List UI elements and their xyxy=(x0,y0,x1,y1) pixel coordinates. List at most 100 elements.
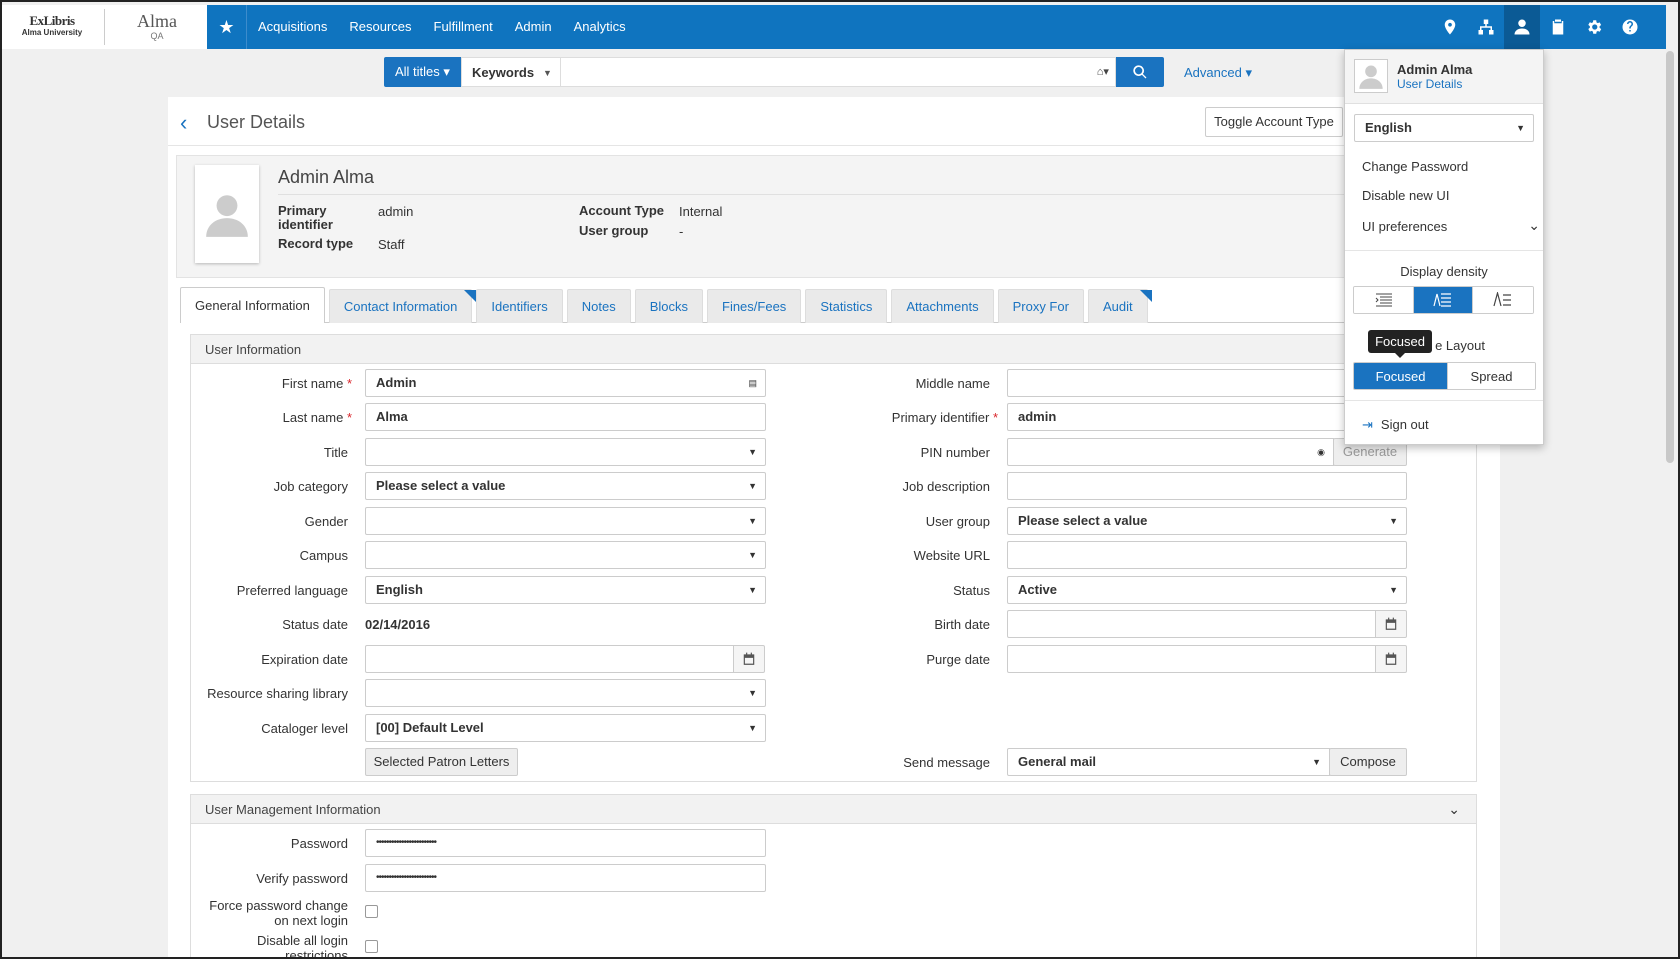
tab-proxy-for[interactable]: Proxy For xyxy=(997,289,1084,323)
fingerprint-icon[interactable]: ◉ xyxy=(1317,439,1325,465)
purge-date-label: Purge date xyxy=(926,652,990,667)
page-scrollbar[interactable] xyxy=(1664,49,1676,957)
layout-toggle: Focused Spread xyxy=(1353,362,1536,390)
alma-logo-text: Alma xyxy=(137,11,177,31)
sign-out-item[interactable]: ⇥ Sign out xyxy=(1362,417,1429,433)
nav-acquisitions[interactable]: Acquisitions xyxy=(247,5,338,49)
tab-identifiers[interactable]: Identifiers xyxy=(476,289,563,323)
user-group-select[interactable]: Please select a value ▼ xyxy=(1007,507,1407,535)
location-pin-icon[interactable] xyxy=(1432,5,1468,49)
app-window: ExLibris Alma University Alma QA ★ Acqui… xyxy=(0,0,1680,959)
tab-contact-information[interactable]: Contact Information xyxy=(328,289,477,323)
density-compact-option[interactable] xyxy=(1354,287,1414,313)
nav-resources[interactable]: Resources xyxy=(338,5,422,49)
pin-number-field[interactable]: ◉ xyxy=(1007,438,1334,466)
scrollbar-thumb[interactable] xyxy=(1666,51,1674,463)
back-arrow-icon[interactable]: ‹ xyxy=(180,110,187,136)
tab-attachments[interactable]: Attachments xyxy=(891,289,994,323)
tab-notes[interactable]: Notes xyxy=(566,289,631,323)
home-icon[interactable]: ⌂▾ xyxy=(1097,65,1109,78)
gender-select[interactable]: ▼ xyxy=(365,507,766,535)
user-details-link[interactable]: User Details xyxy=(1397,77,1462,91)
display-density-toggle xyxy=(1353,286,1534,314)
compose-button[interactable]: Compose xyxy=(1329,748,1407,776)
tab-fines-fees[interactable]: Fines/Fees xyxy=(707,289,802,323)
resource-sharing-library-select[interactable]: ▼ xyxy=(365,679,766,707)
job-description-field[interactable] xyxy=(1007,472,1407,500)
user-management-header[interactable]: User Management Information ⌄ xyxy=(191,795,1476,824)
purge-date-calendar-button[interactable] xyxy=(1375,645,1407,673)
force-password-change-checkbox[interactable] xyxy=(365,905,378,918)
expiration-date-calendar-button[interactable] xyxy=(733,645,765,673)
birth-date-label: Birth date xyxy=(934,617,990,632)
send-message-select[interactable]: General mail ▼ xyxy=(1007,748,1330,776)
middle-name-label: Middle name xyxy=(915,376,990,391)
selected-patron-letters-button[interactable]: Selected Patron Letters xyxy=(365,748,518,776)
chevron-down-icon[interactable]: ⌄ xyxy=(1448,795,1460,824)
search-input[interactable]: ⌂▾ xyxy=(560,57,1116,87)
status-label: Status xyxy=(953,583,990,598)
nav-analytics[interactable]: Analytics xyxy=(563,5,637,49)
tab-statistics[interactable]: Statistics xyxy=(805,289,888,323)
password-field[interactable]: •••••••••••••••••••••••• xyxy=(365,829,766,857)
status-select[interactable]: Active ▼ xyxy=(1007,576,1407,604)
user-icon[interactable] xyxy=(1504,5,1540,49)
disable-login-restrictions-checkbox[interactable] xyxy=(365,940,378,953)
preferred-language-select[interactable]: English ▼ xyxy=(365,576,766,604)
last-name-field[interactable]: Alma xyxy=(365,403,766,431)
chevron-down-icon: ▼ xyxy=(748,585,757,595)
birth-date-field[interactable] xyxy=(1007,610,1376,638)
resource-sharing-library-label: Resource sharing library xyxy=(207,686,348,701)
sign-out-label: Sign out xyxy=(1380,417,1429,432)
density-default-option[interactable] xyxy=(1414,287,1473,313)
help-icon[interactable] xyxy=(1612,5,1648,49)
search-scope-dropdown[interactable]: All titles ▾ xyxy=(384,57,461,87)
tab-blocks[interactable]: Blocks xyxy=(634,289,703,323)
gear-icon[interactable] xyxy=(1576,5,1612,49)
campus-label: Campus xyxy=(299,548,348,563)
disable-new-ui-item[interactable]: Disable new UI xyxy=(1362,188,1449,203)
alma-logo[interactable]: Alma QA xyxy=(122,11,192,41)
title-select[interactable]: ▼ xyxy=(365,438,766,466)
user-silhouette-icon xyxy=(1359,65,1383,89)
expiration-date-field[interactable] xyxy=(365,645,734,673)
cataloger-level-select[interactable]: [00] Default Level ▼ xyxy=(365,714,766,742)
birth-date-calendar-button[interactable] xyxy=(1375,610,1407,638)
user-information-header[interactable]: User Information xyxy=(191,335,1476,364)
pin-number-label: PIN number xyxy=(920,445,990,460)
layout-spread-option[interactable]: Spread xyxy=(1448,363,1535,389)
chevron-down-icon: ▼ xyxy=(1389,585,1398,595)
logo-area: ExLibris Alma University Alma QA xyxy=(2,5,207,49)
verify-password-field[interactable]: •••••••••••••••••••••••• xyxy=(365,864,766,892)
clipboard-icon[interactable] xyxy=(1540,5,1576,49)
focused-tooltip: Focused xyxy=(1368,330,1432,358)
chevron-down-icon: ▼ xyxy=(748,550,757,560)
tab-general-information[interactable]: General Information xyxy=(180,287,325,323)
required-asterisk: * xyxy=(992,410,998,425)
advanced-search-link[interactable]: Advanced ▾ xyxy=(1184,65,1252,81)
job-description-label: Job description xyxy=(902,479,990,494)
campus-select[interactable]: ▼ xyxy=(365,541,766,569)
required-asterisk: * xyxy=(346,410,352,425)
density-comfortable-option[interactable] xyxy=(1473,287,1533,313)
change-password-item[interactable]: Change Password xyxy=(1362,159,1468,174)
layout-focused-option[interactable]: Focused xyxy=(1354,363,1448,389)
toggle-account-type-button[interactable]: Toggle Account Type xyxy=(1205,107,1343,137)
user-management-title: User Management Information xyxy=(205,802,381,817)
website-url-field[interactable] xyxy=(1007,541,1407,569)
exlibris-logo[interactable]: ExLibris Alma University xyxy=(20,14,84,38)
sitemap-icon[interactable] xyxy=(1468,5,1504,49)
contact-card-icon[interactable]: ▤ xyxy=(748,370,757,396)
favorites-star-icon[interactable]: ★ xyxy=(207,5,247,49)
first-name-field[interactable]: Admin ▤ xyxy=(365,369,766,397)
search-field-dropdown[interactable]: Keywords ▼ xyxy=(460,57,561,87)
tab-audit[interactable]: Audit xyxy=(1087,289,1152,323)
language-select[interactable]: English ▼ xyxy=(1354,114,1534,142)
purge-date-field[interactable] xyxy=(1007,645,1376,673)
last-name-value: Alma xyxy=(376,409,408,424)
search-button[interactable] xyxy=(1115,57,1164,87)
nav-fulfillment[interactable]: Fulfillment xyxy=(423,5,504,49)
job-category-select[interactable]: Please select a value ▼ xyxy=(365,472,766,500)
nav-admin[interactable]: Admin xyxy=(504,5,563,49)
ui-preferences-toggle[interactable]: UI preferences ⌄ xyxy=(1362,217,1540,234)
